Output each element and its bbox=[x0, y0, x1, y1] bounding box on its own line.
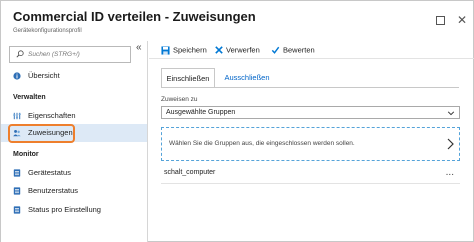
sidebar-item-assignments[interactable]: Zuweisungen bbox=[1, 124, 147, 143]
status-list-icon bbox=[13, 187, 21, 195]
page-subtitle: Gerätekonfigurationsprofil bbox=[13, 28, 82, 34]
collapse-sidebar-icon[interactable]: « bbox=[136, 42, 142, 53]
more-options-icon[interactable]: ... bbox=[446, 167, 454, 178]
picker-message: Wählen Sie die Gruppen aus, die eingesch… bbox=[169, 140, 355, 147]
sidebar-item-per-setting-status[interactable]: Status pro Einstellung bbox=[1, 201, 147, 219]
discard-x-icon bbox=[215, 46, 223, 54]
review-button[interactable]: Bewerten bbox=[271, 45, 315, 56]
status-list-icon bbox=[13, 169, 21, 177]
properties-icon bbox=[13, 112, 21, 120]
sidebar-item-overview[interactable]: Übersicht bbox=[1, 67, 147, 85]
window: Commercial ID verteilen - Zuweisungen Ge… bbox=[0, 0, 474, 242]
maximize-icon bbox=[435, 16, 445, 25]
sidebar-item-label: Benutzerstatus bbox=[28, 186, 79, 195]
maximize-button[interactable] bbox=[434, 14, 446, 26]
assign-to-label: Zuweisen zu bbox=[161, 96, 198, 103]
assign-to-dropdown[interactable]: Ausgewählte Gruppen bbox=[161, 106, 460, 119]
search-input[interactable] bbox=[28, 48, 128, 61]
search-icon bbox=[16, 50, 24, 58]
chevron-right-icon bbox=[447, 138, 454, 150]
chevron-down-icon bbox=[447, 111, 455, 116]
section-monitor: Monitor bbox=[13, 151, 39, 158]
sidebar-item-label: Zuweisungen bbox=[28, 128, 73, 137]
table-row: schalt_computer ... bbox=[161, 162, 460, 184]
page-title: Commercial ID verteilen - Zuweisungen bbox=[13, 9, 256, 24]
sidebar: « Übersicht Verwalten Eigenschaften bbox=[1, 41, 148, 242]
sidebar-item-label: Gerätestatus bbox=[28, 168, 71, 177]
sidebar-item-label: Eigenschaften bbox=[28, 111, 76, 120]
search-box[interactable] bbox=[9, 46, 131, 63]
status-list-icon bbox=[13, 206, 21, 214]
tab-include[interactable]: Einschließen bbox=[161, 68, 215, 88]
save-button[interactable]: Speichern bbox=[161, 45, 207, 56]
sidebar-item-label: Status pro Einstellung bbox=[28, 205, 101, 214]
section-manage: Verwalten bbox=[13, 94, 46, 101]
close-icon: ✕ bbox=[456, 13, 468, 27]
info-icon bbox=[13, 72, 21, 80]
users-icon bbox=[13, 129, 21, 137]
save-icon bbox=[161, 45, 170, 55]
group-name: schalt_computer bbox=[164, 169, 216, 176]
assignments-content: Einschließen Ausschließen Zuweisen zu Au… bbox=[149, 60, 474, 242]
close-button[interactable]: ✕ bbox=[456, 14, 468, 26]
discard-button[interactable]: Verwerfen bbox=[215, 45, 260, 56]
checkmark-icon bbox=[271, 46, 280, 54]
sidebar-item-label: Übersicht bbox=[28, 71, 60, 80]
select-groups-picker[interactable]: Wählen Sie die Gruppen aus, die eingesch… bbox=[161, 127, 460, 161]
tab-divider bbox=[161, 87, 459, 88]
sidebar-item-properties[interactable]: Eigenschaften bbox=[1, 107, 147, 125]
sidebar-item-user-status[interactable]: Benutzerstatus bbox=[1, 182, 147, 200]
tab-exclude[interactable]: Ausschließen bbox=[219, 68, 275, 88]
command-bar: Speichern Verwerfen Bewerten bbox=[149, 41, 474, 59]
sidebar-item-device-status[interactable]: Gerätestatus bbox=[1, 164, 147, 182]
blade-header: Commercial ID verteilen - Zuweisungen Ge… bbox=[1, 1, 474, 41]
assign-to-value: Ausgewählte Gruppen bbox=[166, 109, 236, 116]
